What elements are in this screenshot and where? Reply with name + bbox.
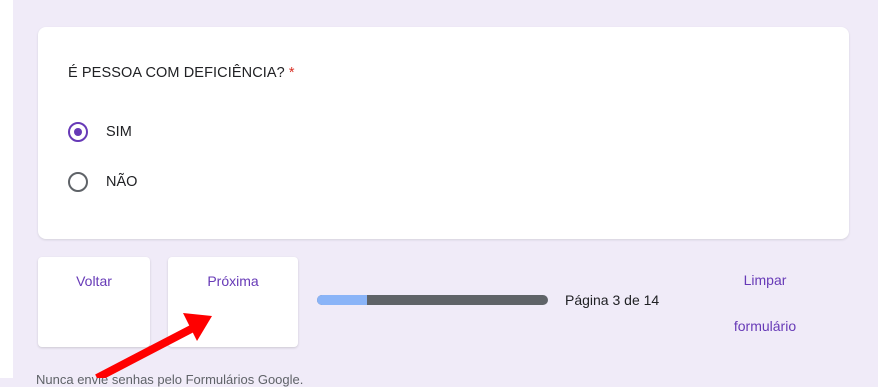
annotation-arrow-icon — [95, 313, 212, 378]
